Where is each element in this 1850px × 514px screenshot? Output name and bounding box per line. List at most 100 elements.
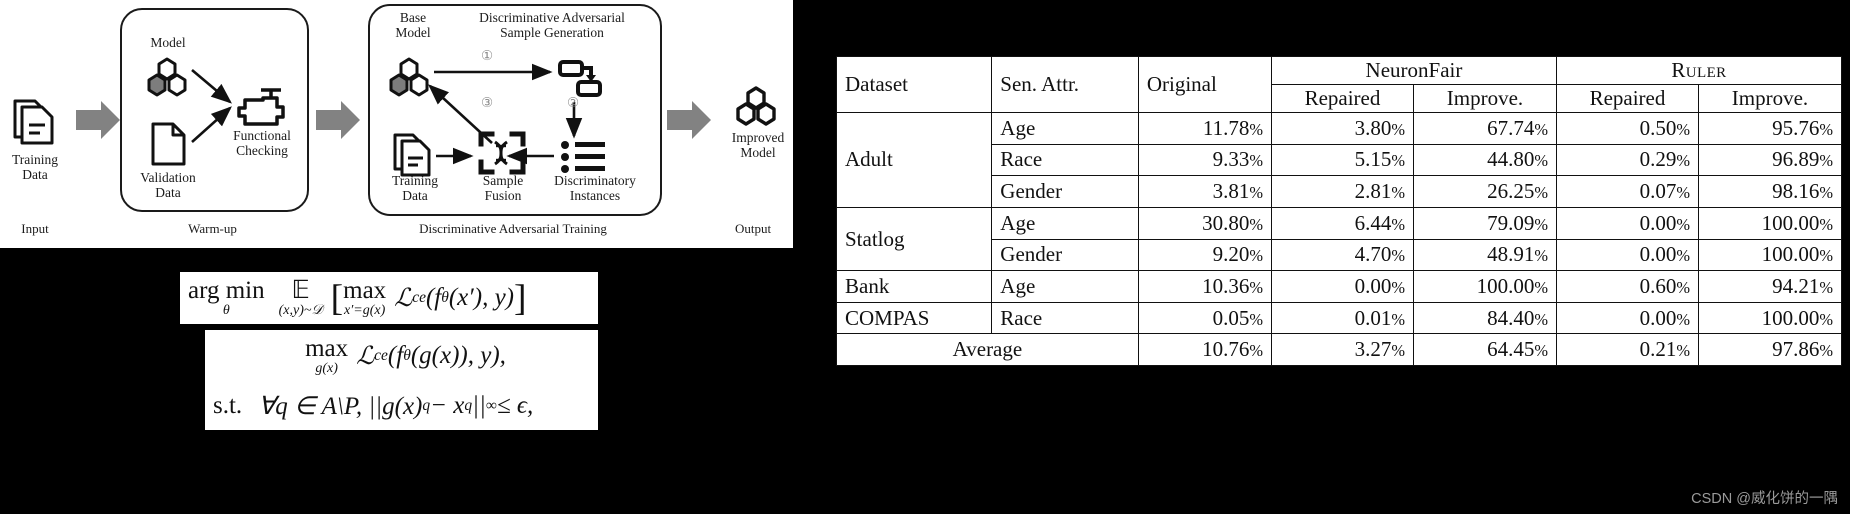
cell-ruler-repaired: 0.60% xyxy=(1555,270,1699,303)
model-label-text: Model xyxy=(150,35,186,50)
objective-formula-line-2: max g(x) ℒce (f θ (g(x)), y), xyxy=(205,330,598,382)
expectation-symbol: 𝔼 xyxy=(291,277,310,304)
cell-nf-improve: 67.74% xyxy=(1413,112,1557,145)
cell-dataset: COMPAS xyxy=(835,301,993,335)
cell-sen-attr: Age xyxy=(991,270,1139,303)
table-row: COMPAS Race 0.05% 0.01% 84.40% 0.00% 100.00% xyxy=(835,301,1843,335)
watermark: CSDN @威化饼的一隅 xyxy=(1691,491,1838,507)
col-header-nf-repaired: Repaired xyxy=(1270,84,1415,113)
cell-ruler-improve: 100.00% xyxy=(1697,301,1843,335)
table-row-average: Average 10.76% 3.27% 64.45% 0.21% 97.86% xyxy=(836,333,1843,366)
cell-nf-improve: 79.09% xyxy=(1413,206,1557,240)
input-caption-text: Input xyxy=(21,221,49,236)
cell-ruler-improve: 98.16% xyxy=(1697,175,1843,208)
warmup-caption-text: Warm-up xyxy=(188,221,237,236)
inner-theta-subscript: θ xyxy=(403,347,411,364)
cell-nf-repaired: 3.80% xyxy=(1270,112,1415,145)
output-label: Improved Model xyxy=(713,130,803,160)
documents-icon xyxy=(10,95,56,147)
table-head: Dataset Sen. Attr. Original NeuronFair R… xyxy=(835,56,1843,113)
inner-max-operator: max g(x) xyxy=(305,336,348,376)
inner-loss-subscript: ce xyxy=(374,347,388,364)
constraint-mid: − x xyxy=(430,392,465,419)
input-label: Training Data xyxy=(0,152,70,182)
arrow-training-to-output xyxy=(667,101,713,139)
objective-formula-line-1: arg min θ 𝔼 (x,y)~𝒟 [ max x′=g(x) ℒce (f… xyxy=(180,272,598,324)
bracket-open: [ xyxy=(330,277,344,319)
constraint-norm: || xyxy=(472,392,486,419)
col-header-sen-attr: Sen. Attr. xyxy=(991,56,1139,113)
cell-nf-repaired: 0.00% xyxy=(1270,270,1415,303)
cell-sen-attr: Race xyxy=(991,301,1139,335)
pipeline-figure: Training Data Model Validation Data Func… xyxy=(0,0,793,248)
hexagon-cluster-icon xyxy=(735,85,781,127)
cell-nf-repaired: 5.15% xyxy=(1270,143,1415,177)
model-label: Model xyxy=(130,35,206,50)
input-caption: Input xyxy=(0,221,70,237)
step-2-text: ② xyxy=(566,95,580,110)
cell-average-nf-repaired: 3.27% xyxy=(1270,333,1415,366)
constraint-sub-2: q xyxy=(464,397,473,414)
argmin-text: arg min xyxy=(188,277,265,304)
cell-original: 9.20% xyxy=(1137,238,1272,272)
cell-ruler-repaired: 0.00% xyxy=(1555,238,1699,272)
output-label-line1: Improved xyxy=(731,130,785,145)
expectation-operator: 𝔼 (x,y)~𝒟 xyxy=(279,278,323,318)
max-subscript: x′=g(x) xyxy=(344,303,386,318)
cell-average-label: Average xyxy=(836,333,1139,366)
training-connector-arrows xyxy=(428,63,583,165)
output-caption-text: Output xyxy=(734,221,772,236)
output-label-line2: Model xyxy=(740,145,776,161)
input-label-line1: Training xyxy=(11,152,58,167)
col-header-ruler-repaired: Repaired xyxy=(1555,84,1699,113)
cell-nf-improve: 48.91% xyxy=(1413,238,1557,272)
constraint-tail: ≤ ϵ, xyxy=(496,392,534,419)
loss-symbol: ℒ xyxy=(394,285,413,312)
inner-body-rest: (g(x)), y), xyxy=(410,342,506,369)
loss-body-open: (f xyxy=(425,284,442,311)
warmup-connector-arrows xyxy=(191,69,232,143)
step-1-text: ① xyxy=(480,48,494,63)
max-operator: max x′=g(x) xyxy=(343,278,386,318)
cell-ruler-repaired: 0.00% xyxy=(1555,206,1699,240)
cell-nf-repaired: 4.70% xyxy=(1270,238,1415,272)
step-2-marker: ② xyxy=(561,95,585,110)
validation-label-line2: Data xyxy=(155,185,181,201)
cell-original: 3.81% xyxy=(1137,175,1272,208)
inner-loss-symbol: ℒ xyxy=(356,343,375,370)
cell-nf-improve: 100.00% xyxy=(1413,270,1557,303)
cell-ruler-improve: 96.89% xyxy=(1697,143,1843,177)
table-row: Bank Age 10.36% 0.00% 100.00% 0.60% 94.21% xyxy=(835,270,1843,303)
cell-dataset: Adult xyxy=(835,112,993,208)
cell-sen-attr: Race xyxy=(991,143,1139,177)
inner-max-text: max xyxy=(305,335,349,362)
cell-ruler-repaired: 0.07% xyxy=(1555,175,1699,208)
constraint-sub-inf: ∞ xyxy=(485,397,497,414)
training-caption: Discriminative Adversarial Training xyxy=(368,221,658,237)
cell-ruler-repaired: 0.50% xyxy=(1555,112,1699,145)
bracket-close: ] xyxy=(514,277,527,319)
step-3-marker: ③ xyxy=(475,95,499,110)
inner-body-open: (f xyxy=(387,342,404,369)
cell-ruler-improve: 94.21% xyxy=(1697,270,1843,303)
cell-ruler-repaired: 0.00% xyxy=(1555,301,1699,335)
cell-original: 10.36% xyxy=(1137,270,1272,303)
results-table: Dataset Sen. Attr. Original NeuronFair R… xyxy=(835,56,1843,366)
expectation-subscript: (x,y)~𝒟 xyxy=(278,303,323,318)
argmin-subscript: θ xyxy=(222,303,230,318)
cell-original: 30.80% xyxy=(1137,206,1272,240)
constraint-body: ∀q ∈ A\P, ||g(x) xyxy=(258,393,423,420)
subject-to-label: s.t. xyxy=(213,392,243,419)
cell-ruler-repaired: 0.29% xyxy=(1555,143,1699,177)
cell-nf-improve: 26.25% xyxy=(1413,175,1557,208)
step-3-text: ③ xyxy=(480,95,494,110)
objective-formula-line-3: s.t. ∀q ∈ A\P, ||g(x) q − x q || ∞ ≤ ϵ, xyxy=(205,382,598,430)
arrow-input-to-warmup xyxy=(76,101,122,139)
table-row: Adult Age 11.78% 3.80% 67.74% 0.50% 95.76% xyxy=(835,112,1843,208)
cell-average-ruler-repaired: 0.21% xyxy=(1555,333,1699,366)
output-caption: Output xyxy=(713,221,793,237)
arrow-warmup-to-training xyxy=(316,101,362,139)
cell-sen-attr: Gender xyxy=(991,175,1139,208)
col-header-ruler-improve: Improve. xyxy=(1697,84,1843,113)
constraint-sub-1: q xyxy=(422,397,431,414)
